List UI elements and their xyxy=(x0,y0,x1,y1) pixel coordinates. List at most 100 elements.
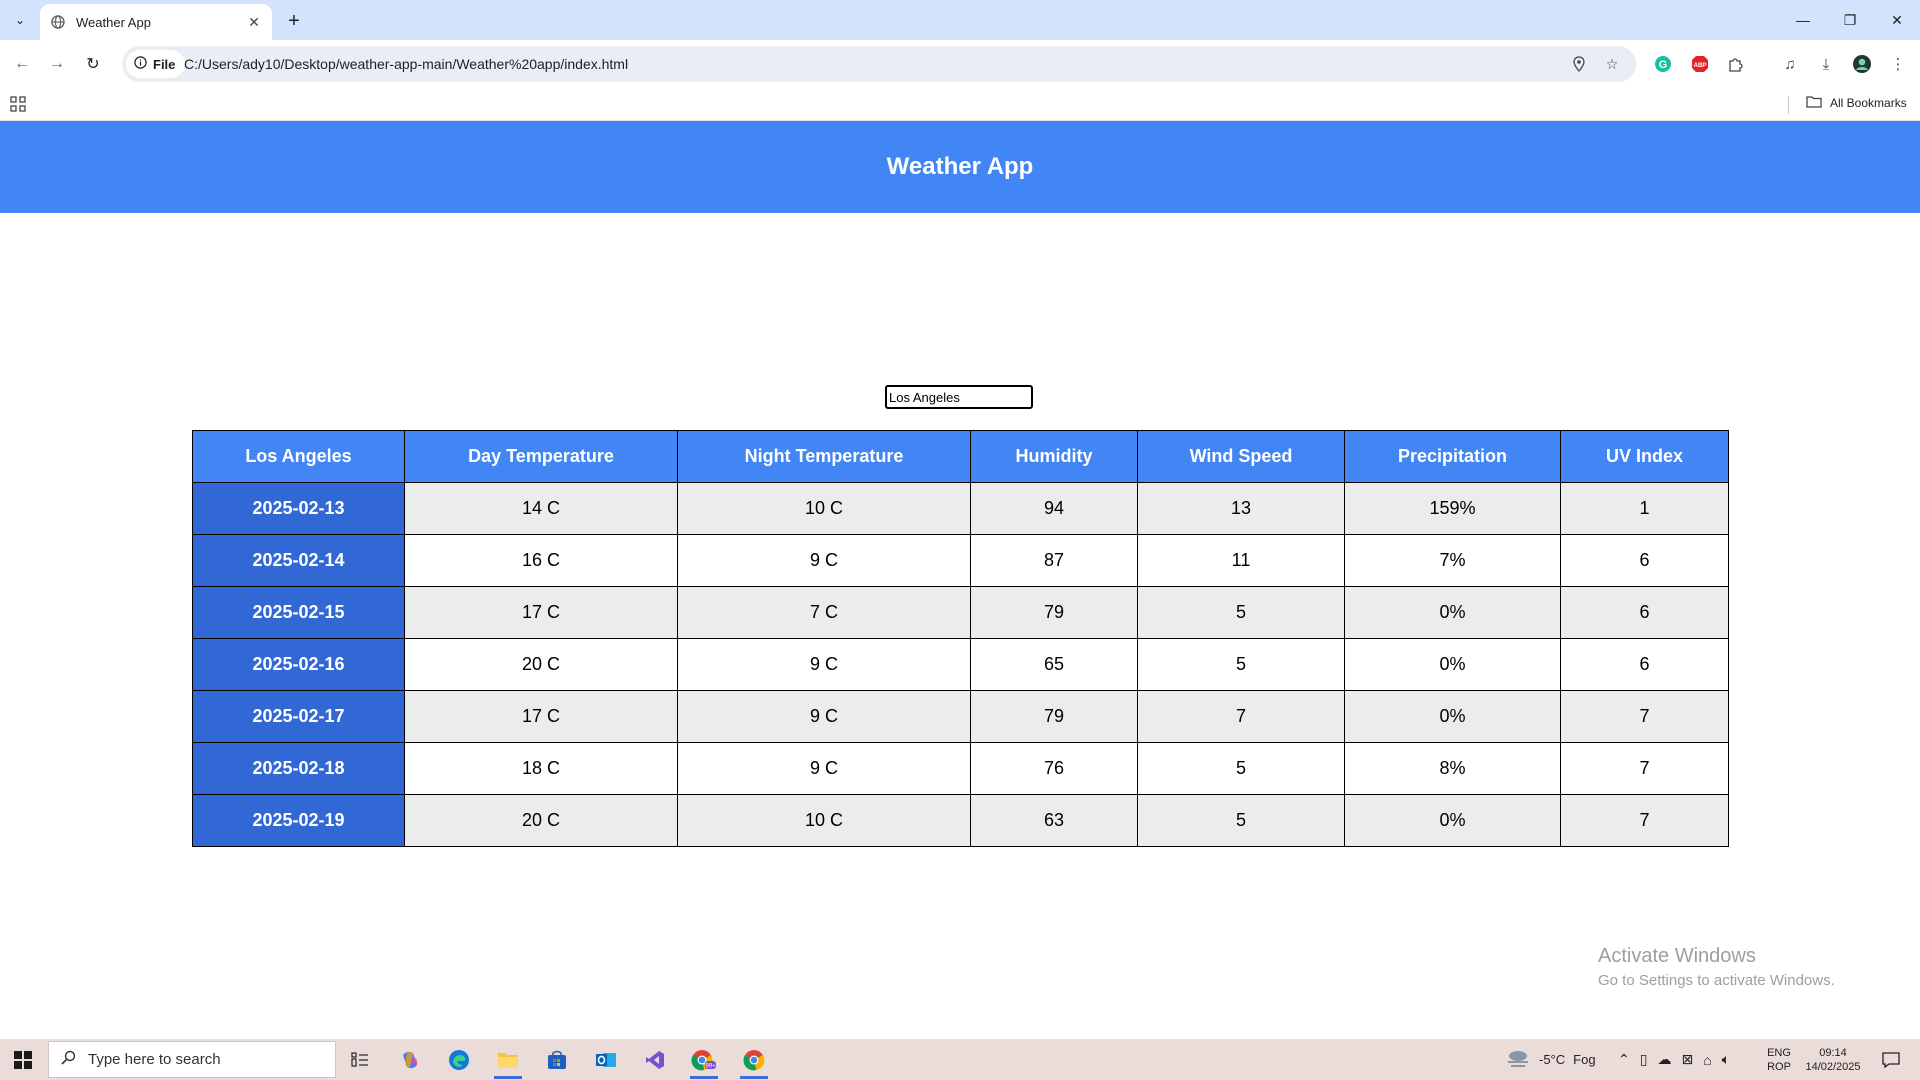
language-code: ENG xyxy=(1767,1046,1791,1059)
table-row: 2025-02-19 20 C 10 C 63 5 0% 7 xyxy=(192,794,1729,847)
microsoft-store-icon[interactable] xyxy=(537,1043,577,1076)
input-language-indicator[interactable]: ENG ROP xyxy=(1765,1039,1793,1080)
media-controls-icon[interactable]: ♫ xyxy=(1778,52,1802,76)
outlook-icon[interactable] xyxy=(586,1043,626,1076)
humidity-cell: 79 xyxy=(970,586,1138,639)
address-bar[interactable]: File C:/Users/ady10/Desktop/weather-app-… xyxy=(122,46,1636,82)
chrome-icon[interactable] xyxy=(734,1043,774,1079)
restore-icon[interactable]: ❐ xyxy=(1827,0,1873,40)
windows-taskbar: Type here to search 99+ -5°C Fog ⌃ ▯ ☁ ⊠… xyxy=(0,1039,1920,1080)
weather-temperature: -5°C xyxy=(1539,1052,1566,1067)
bookmark-star-icon[interactable]: ☆ xyxy=(1602,54,1622,74)
forward-icon[interactable]: → xyxy=(45,52,69,76)
location-pin-icon[interactable] xyxy=(1569,54,1589,74)
back-icon[interactable]: ← xyxy=(10,52,34,76)
tab-close-icon[interactable]: ✕ xyxy=(244,12,264,32)
weather-description: Fog xyxy=(1573,1052,1596,1067)
night-temp-cell: 10 C xyxy=(677,482,971,535)
grammarly-icon[interactable]: G xyxy=(1651,52,1675,76)
date-cell: 2025-02-18 xyxy=(192,742,405,795)
taskbar-search-box[interactable]: Type here to search xyxy=(48,1041,336,1078)
day-temp-cell: 20 C xyxy=(404,638,678,691)
night-temp-cell: 9 C xyxy=(677,742,971,795)
security-alert-icon[interactable]: ⊠ xyxy=(1681,1051,1693,1068)
day-temp-cell: 18 C xyxy=(404,742,678,795)
all-bookmarks-button[interactable]: All Bookmarks xyxy=(1806,95,1907,111)
table-row: 2025-02-17 17 C 9 C 79 7 0% 7 xyxy=(192,690,1729,743)
edge-browser-icon[interactable] xyxy=(439,1043,479,1076)
notification-center-icon[interactable] xyxy=(1876,1039,1906,1080)
day-temp-cell: 14 C xyxy=(404,482,678,535)
table-row: 2025-02-13 14 C 10 C 94 13 159% 1 xyxy=(192,482,1729,535)
weather-widget[interactable]: -5°C Fog xyxy=(1505,1039,1596,1080)
weather-forecast-table: Los Angeles Day Temperature Night Temper… xyxy=(192,430,1729,847)
close-window-icon[interactable]: ✕ xyxy=(1874,0,1920,40)
profile-avatar[interactable] xyxy=(1850,52,1874,76)
humidity-cell: 87 xyxy=(970,534,1138,587)
precip-cell: 0% xyxy=(1344,794,1561,847)
svg-text:G: G xyxy=(1659,59,1668,71)
tab-weather-app[interactable]: Weather App ✕ xyxy=(40,4,272,40)
extensions-puzzle-icon[interactable] xyxy=(1724,52,1748,76)
humidity-cell: 79 xyxy=(970,690,1138,743)
network-icon[interactable]: ⌂ xyxy=(1703,1052,1711,1068)
minimize-icon[interactable]: — xyxy=(1780,0,1826,40)
precip-cell: 8% xyxy=(1344,742,1561,795)
humidity-cell: 76 xyxy=(970,742,1138,795)
table-row: 2025-02-15 17 C 7 C 79 5 0% 6 xyxy=(192,586,1729,639)
wind-cell: 5 xyxy=(1137,586,1345,639)
task-view-icon[interactable] xyxy=(340,1043,380,1076)
clock[interactable]: 09:14 14/02/2025 xyxy=(1800,1039,1866,1080)
watermark-subtitle: Go to Settings to activate Windows. xyxy=(1598,972,1835,989)
date-cell: 2025-02-16 xyxy=(192,638,405,691)
site-info-chip[interactable]: File xyxy=(126,50,186,78)
day-temp-cell: 17 C xyxy=(404,586,678,639)
header-precipitation: Precipitation xyxy=(1344,430,1561,483)
apps-grid-icon[interactable] xyxy=(10,96,26,112)
clock-date: 14/02/2025 xyxy=(1805,1060,1861,1073)
scheme-label: File xyxy=(153,56,176,72)
reload-icon[interactable]: ↻ xyxy=(81,52,105,76)
new-tab-button[interactable]: + xyxy=(282,9,306,33)
svg-text:ABP: ABP xyxy=(1694,63,1707,69)
notification-badge: 99+ xyxy=(705,1063,716,1069)
table-header-row: Los Angeles Day Temperature Night Temper… xyxy=(192,430,1729,483)
uv-cell: 1 xyxy=(1560,482,1729,535)
city-search-input[interactable] xyxy=(885,385,1033,409)
tab-search-chevron-icon[interactable]: ⌄ xyxy=(8,9,32,31)
show-hidden-icons-chevron-icon[interactable]: ⌃ xyxy=(1618,1051,1630,1068)
info-icon xyxy=(134,56,147,72)
chrome-profile-icon[interactable]: 99+ xyxy=(684,1043,724,1079)
header-city: Los Angeles xyxy=(192,430,405,483)
visual-studio-icon[interactable] xyxy=(635,1043,675,1076)
wind-cell: 5 xyxy=(1137,742,1345,795)
uv-cell: 7 xyxy=(1560,794,1729,847)
wind-cell: 13 xyxy=(1137,482,1345,535)
file-explorer-icon[interactable] xyxy=(488,1043,528,1079)
windows-start-icon[interactable] xyxy=(0,1039,46,1080)
humidity-cell: 63 xyxy=(970,794,1138,847)
night-temp-cell: 9 C xyxy=(677,690,971,743)
downloads-icon[interactable]: ⤓ xyxy=(1814,52,1838,76)
device-icon[interactable]: ▯ xyxy=(1640,1051,1648,1068)
table-row: 2025-02-18 18 C 9 C 76 5 8% 7 xyxy=(192,742,1729,795)
precip-cell: 0% xyxy=(1344,690,1561,743)
copilot-icon[interactable] xyxy=(390,1043,430,1076)
adblock-icon[interactable]: ABP xyxy=(1688,52,1712,76)
url-text[interactable]: C:/Users/ady10/Desktop/weather-app-main/… xyxy=(184,56,628,72)
onedrive-sync-icon[interactable]: ☁ xyxy=(1657,1051,1671,1068)
uv-cell: 7 xyxy=(1560,742,1729,795)
day-temp-cell: 16 C xyxy=(404,534,678,587)
app-header: Weather App xyxy=(0,121,1920,213)
night-temp-cell: 10 C xyxy=(677,794,971,847)
menu-kebab-icon[interactable]: ⋮ xyxy=(1886,52,1910,76)
date-cell: 2025-02-13 xyxy=(192,482,405,535)
system-tray-icons: ⌃ ▯ ☁ ⊠ ⌂ 🔈︎ xyxy=(1618,1039,1730,1080)
volume-icon[interactable]: 🔈︎ xyxy=(1722,1051,1730,1068)
globe-icon xyxy=(50,14,66,30)
uv-cell: 6 xyxy=(1560,586,1729,639)
wind-cell: 11 xyxy=(1137,534,1345,587)
folder-icon xyxy=(1806,95,1822,111)
humidity-cell: 65 xyxy=(970,638,1138,691)
activate-windows-watermark: Activate Windows Go to Settings to activ… xyxy=(1598,945,1835,989)
